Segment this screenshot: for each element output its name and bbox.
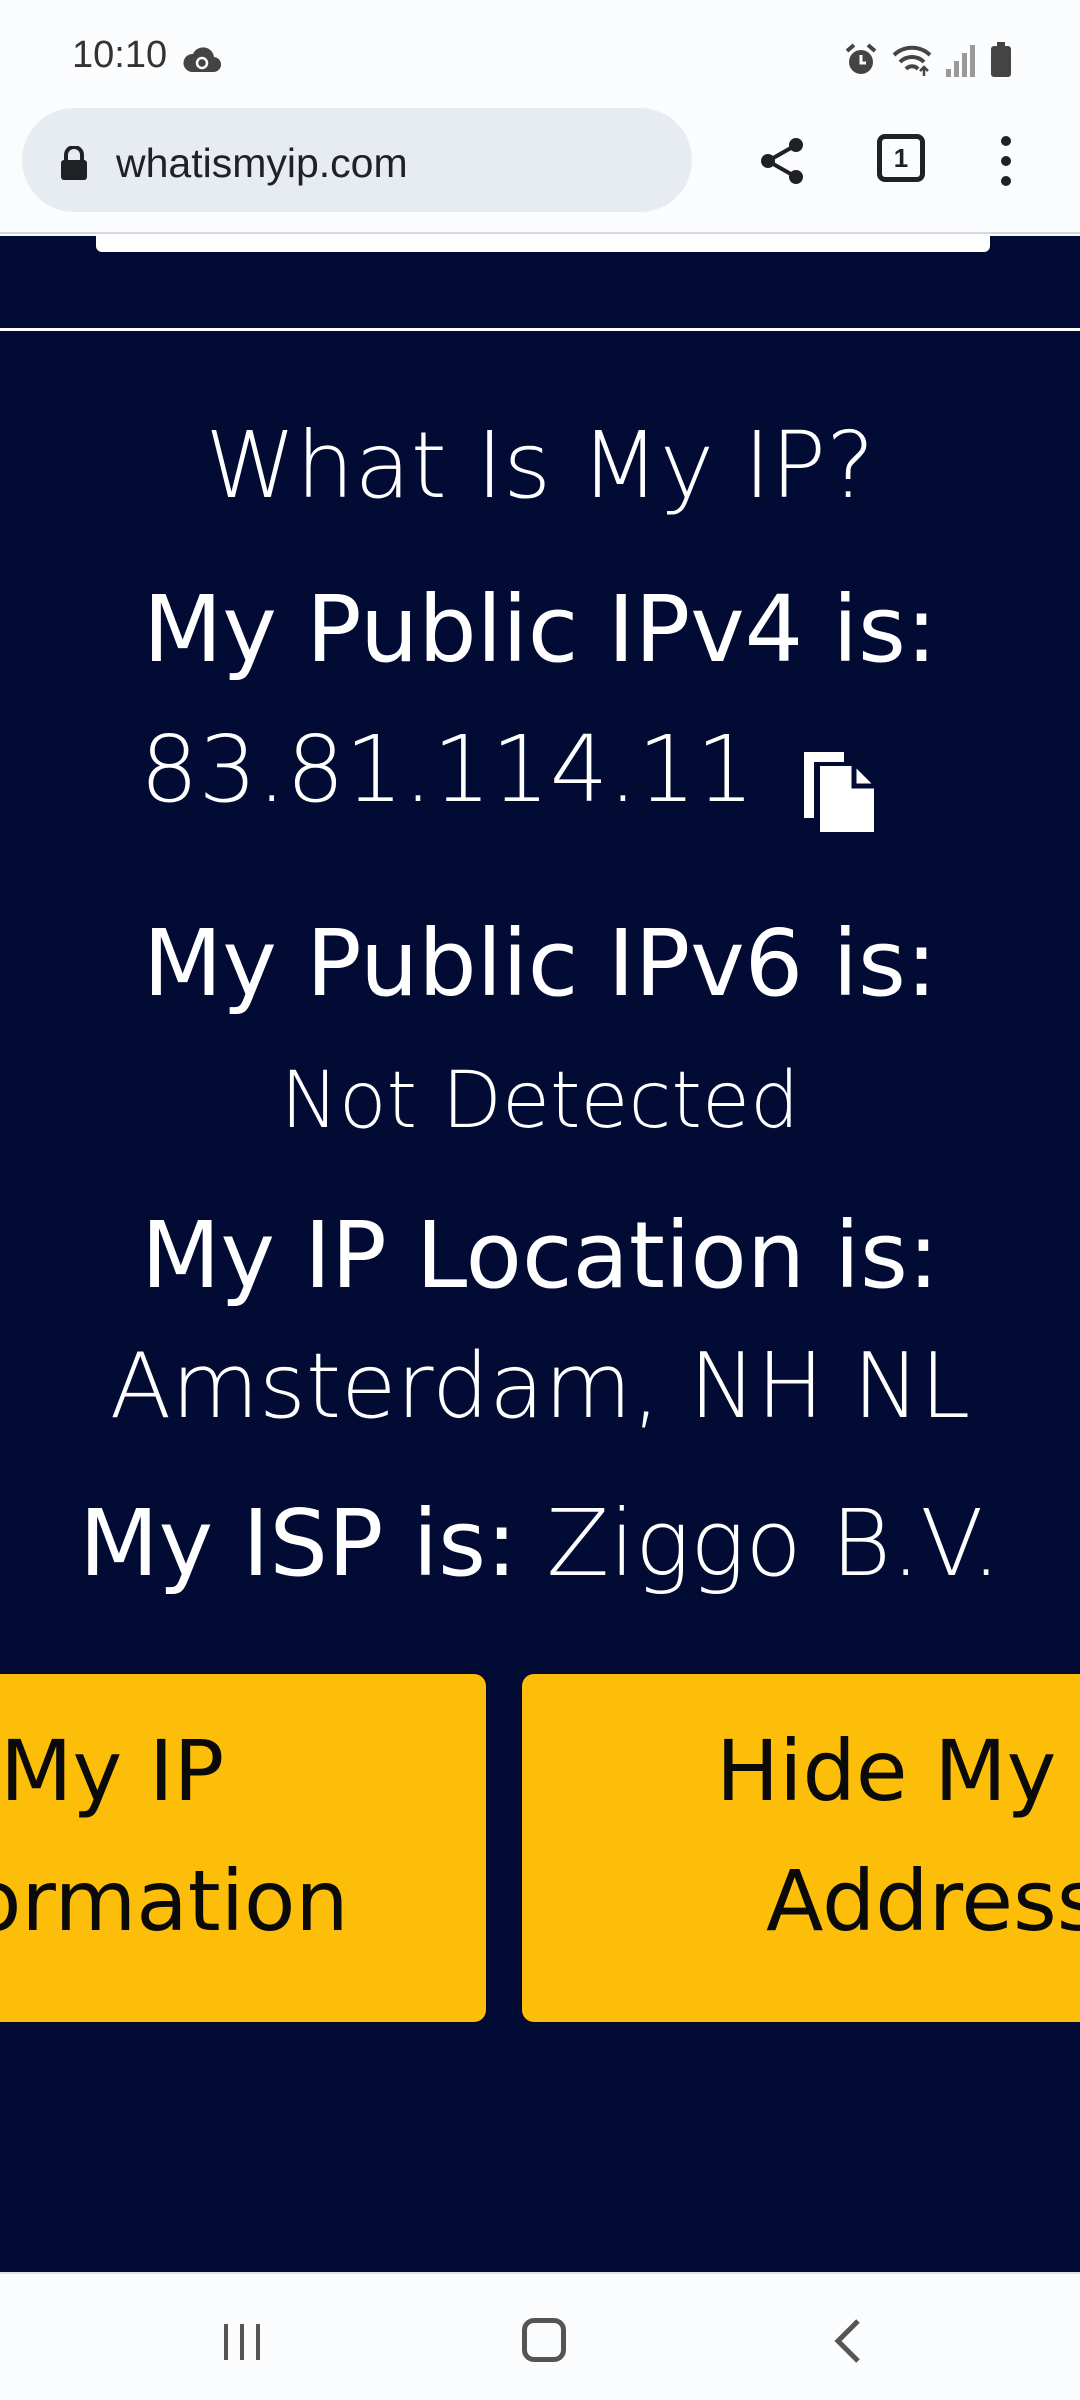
system-nav-bar: [0, 2272, 1080, 2400]
location-value: Amsterdam, NH NL: [109, 1334, 971, 1439]
recents-icon[interactable]: [222, 2322, 262, 2362]
home-icon[interactable]: [522, 2318, 566, 2362]
status-time: 10:10: [72, 34, 168, 76]
wifi-icon: [892, 45, 932, 76]
web-page: What Is My IP? My Public IPv4 is: 83.81.…: [0, 236, 1080, 2272]
tabs-icon[interactable]: 1: [877, 134, 925, 182]
isp-value: Ziggo B.V.: [546, 1490, 1001, 1597]
hide-my-ip-address-button[interactable]: Hide My I Address: [522, 1674, 1080, 2022]
button-label-line2: Address: [766, 1852, 1080, 1950]
address-bar[interactable]: whatismyip.com: [22, 108, 692, 212]
search-box-edge[interactable]: [96, 236, 990, 252]
back-icon[interactable]: [832, 2318, 862, 2364]
status-bar: 10:10: [0, 0, 1080, 104]
button-label-line1: My IP: [0, 1722, 225, 1820]
signal-icon: [946, 45, 975, 77]
my-ip-information-button[interactable]: My IP ormation: [0, 1674, 486, 2022]
isp-label: My ISP is:: [79, 1490, 518, 1597]
location-heading: My IP Location is:: [141, 1202, 939, 1309]
status-icons: [844, 42, 1012, 78]
browser-toolbar: whatismyip.com 1: [0, 104, 1080, 234]
isp-line: My ISP is: Ziggo B.V.: [0, 1490, 1080, 1597]
alarm-icon: [845, 43, 877, 74]
button-label-line1: Hide My I: [716, 1722, 1080, 1820]
lock-icon: [61, 146, 87, 180]
ipv4-heading: My Public IPv4 is:: [143, 576, 937, 683]
ipv6-heading: My Public IPv6 is:: [143, 910, 937, 1017]
ipv4-value: 83.81.114.11: [140, 716, 755, 823]
menu-icon[interactable]: [994, 134, 1018, 188]
divider: [0, 328, 1080, 331]
cloud-sync-icon: [183, 47, 222, 73]
share-icon[interactable]: [758, 136, 806, 186]
ipv6-value: Not Detected: [280, 1056, 800, 1146]
button-label-line2: ormation: [0, 1852, 349, 1950]
copy-icon[interactable]: [800, 748, 878, 834]
url-text: whatismyip.com: [116, 140, 408, 186]
battery-icon: [991, 42, 1011, 77]
page-title: What Is My IP?: [205, 412, 875, 519]
